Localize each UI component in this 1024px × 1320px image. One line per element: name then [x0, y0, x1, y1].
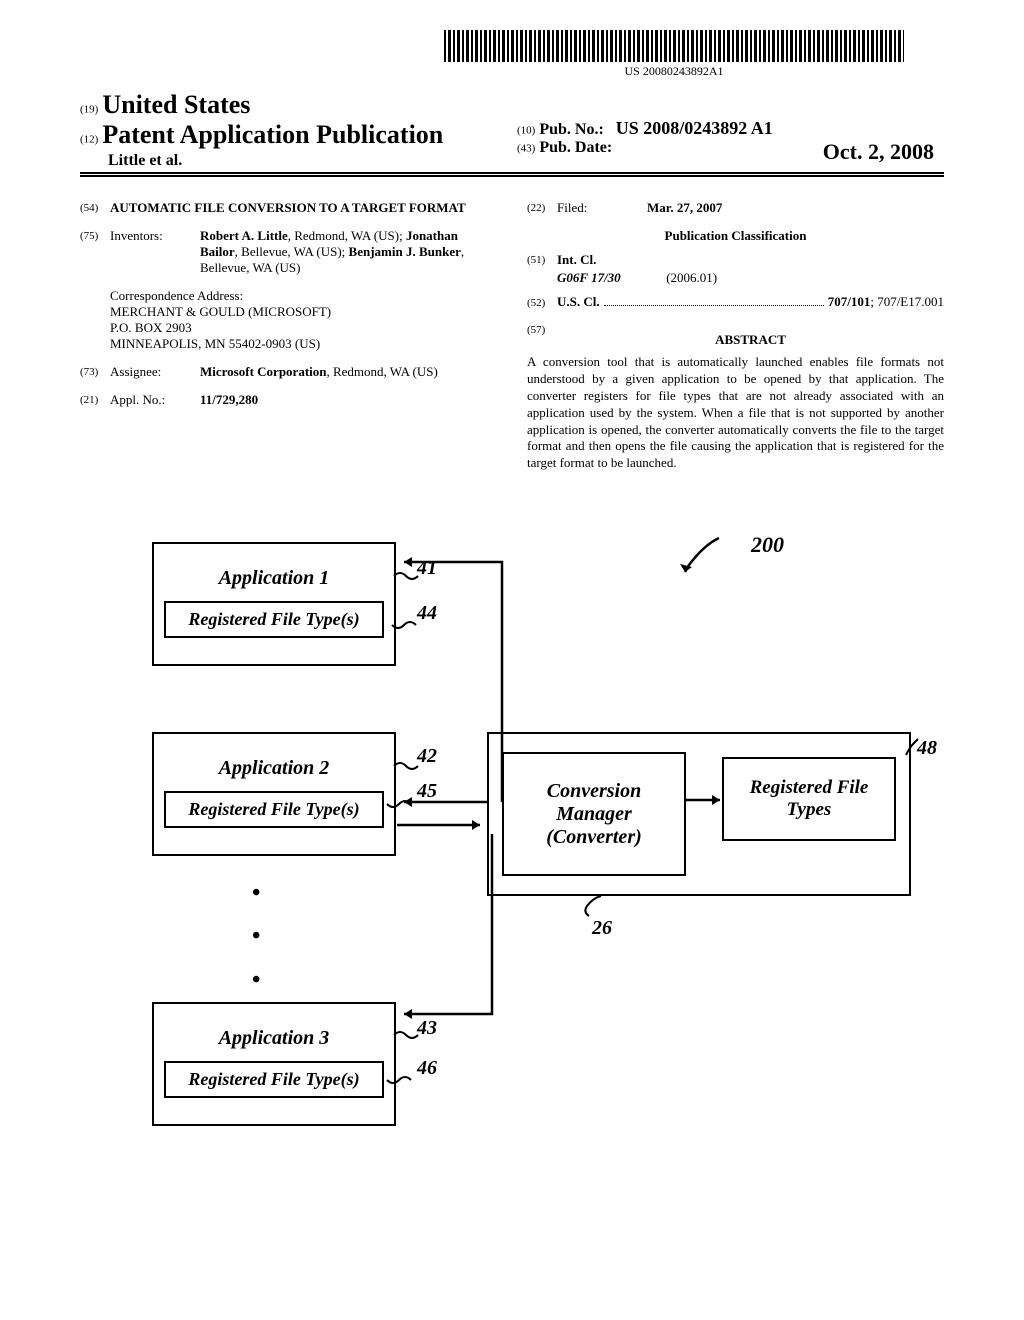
- appl-no: 11/729,280: [200, 392, 258, 407]
- intcl-label: Int. Cl.: [557, 252, 596, 267]
- barcode-section: US 20080243892A1: [80, 30, 904, 80]
- appl-code: (21): [80, 392, 110, 408]
- app2-box: Application 2 Registered File Type(s): [152, 732, 396, 856]
- conv-line2: Manager: [504, 803, 684, 826]
- corr-label: Correspondence Address:: [110, 288, 497, 304]
- left-column: (54) AUTOMATIC FILE CONVERSION TO A TARG…: [80, 200, 497, 472]
- ellipsis-icon: •••: [252, 872, 260, 1002]
- ref-26: 26: [592, 917, 612, 940]
- uscl-code: (52): [527, 295, 557, 309]
- authors: Little et al.: [80, 152, 507, 170]
- title-code: (54): [80, 200, 110, 216]
- abstract-heading: ABSTRACT: [557, 332, 944, 348]
- abstract-text: A conversion tool that is automatically …: [527, 354, 944, 472]
- country-code: (19): [80, 103, 98, 115]
- intcl-code: (51): [527, 252, 557, 268]
- app3-box: Application 3 Registered File Type(s): [152, 1002, 396, 1126]
- corr-line3: MINNEAPOLIS, MN 55402-0903 (US): [110, 336, 497, 352]
- appl-label: Appl. No.:: [110, 392, 200, 408]
- intcl-date: (2006.01): [666, 270, 717, 285]
- pub-no-code: (10): [517, 124, 535, 136]
- app1-box: Application 1 Registered File Type(s): [152, 542, 396, 666]
- app1-label: Application 1: [154, 561, 394, 596]
- corr-line1: MERCHANT & GOULD (MICROSOFT): [110, 304, 497, 320]
- country: United States: [102, 90, 250, 119]
- right-column: (22) Filed: Mar. 27, 2007 Publication Cl…: [527, 200, 944, 472]
- regtypes-line1: Registered File: [724, 777, 894, 799]
- app1-regfile: Registered File Type(s): [164, 601, 384, 638]
- ref-46: 46: [417, 1057, 437, 1080]
- app3-regfile: Registered File Type(s): [164, 1061, 384, 1098]
- figure-section: 200 Application 1 Registered File Type(s…: [80, 542, 944, 1182]
- inventors-code: (75): [80, 228, 110, 276]
- filed-label: Filed:: [557, 200, 647, 216]
- uscl-label: U.S. Cl.: [557, 294, 600, 309]
- regtypes-line2: Types: [724, 799, 894, 821]
- app3-label: Application 3: [154, 1021, 394, 1056]
- conv-line1: Conversion: [504, 780, 684, 803]
- pub-type: Patent Application Publication: [102, 120, 443, 149]
- assignee-code: (73): [80, 364, 110, 380]
- pub-date-label: Pub. Date:: [539, 139, 612, 156]
- corr-line2: P.O. BOX 2903: [110, 320, 497, 336]
- barcode-text: US 20080243892A1: [444, 64, 904, 79]
- pub-no: US 2008/0243892 A1: [616, 118, 773, 138]
- inventors-value: Robert A. Little, Redmond, WA (US); Jona…: [200, 228, 497, 276]
- inventors-label: Inventors:: [110, 228, 200, 276]
- pub-date-code: (43): [517, 142, 535, 154]
- pub-date: Oct. 2, 2008: [823, 139, 934, 165]
- intcl-value: G06F 17/30: [557, 270, 621, 285]
- assignee-value: Microsoft Corporation, Redmond, WA (US): [200, 364, 497, 380]
- barcode-lines: [444, 30, 904, 62]
- document-header: (19) United States (12) Patent Applicati…: [80, 90, 944, 174]
- app2-regfile: Registered File Type(s): [164, 791, 384, 828]
- pub-no-label: Pub. No.:: [539, 121, 603, 138]
- filed-date: Mar. 27, 2007: [647, 200, 722, 215]
- reg-types-box: Registered File Types: [722, 757, 896, 841]
- converter-box: Conversion Manager (Converter): [502, 752, 686, 876]
- uscl-value: 707/101: [828, 294, 871, 309]
- title: AUTOMATIC FILE CONVERSION TO A TARGET FO…: [110, 200, 466, 216]
- app2-label: Application 2: [154, 751, 394, 786]
- abstract-code: (57): [527, 322, 557, 354]
- correspondence-address: Correspondence Address: MERCHANT & GOULD…: [110, 288, 497, 352]
- pub-type-code: (12): [80, 133, 98, 145]
- conv-line3: (Converter): [504, 826, 684, 849]
- pub-class-heading: Publication Classification: [527, 228, 944, 244]
- assignee-label: Assignee:: [110, 364, 200, 380]
- filed-code: (22): [527, 200, 557, 216]
